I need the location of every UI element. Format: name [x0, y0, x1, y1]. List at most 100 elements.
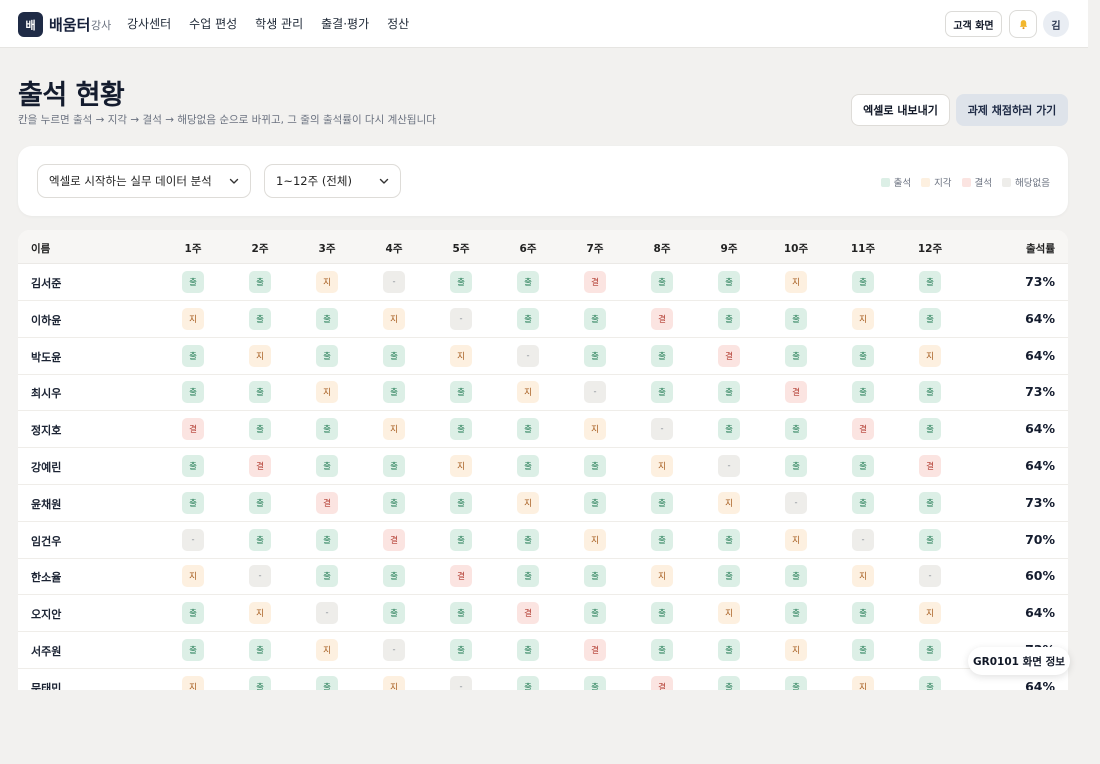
attendance-cell[interactable]: 출: [919, 491, 941, 514]
course-select[interactable]: 엑셀로 시작하는 실무 데이터 분석: [37, 164, 251, 198]
attendance-cell[interactable]: 출: [517, 639, 539, 661]
attendance-cell[interactable]: 출: [517, 271, 539, 293]
attendance-cell[interactable]: 출: [249, 307, 271, 330]
attendance-cell[interactable]: 출: [450, 271, 472, 293]
attendance-cell[interactable]: 지: [249, 602, 271, 625]
attendance-cell[interactable]: 출: [182, 455, 204, 477]
attendance-cell[interactable]: 지: [718, 602, 740, 625]
attendance-cell[interactable]: 출: [785, 602, 807, 625]
attendance-cell[interactable]: 출: [785, 307, 807, 330]
attendance-cell[interactable]: 출: [182, 381, 204, 404]
customer-view-button[interactable]: 고객 화면: [945, 11, 1002, 37]
attendance-cell[interactable]: 출: [316, 307, 338, 330]
attendance-cell[interactable]: 출: [316, 528, 338, 551]
attendance-cell[interactable]: 출: [852, 639, 874, 661]
attendance-cell[interactable]: 출: [517, 307, 539, 330]
attendance-cell[interactable]: 지: [517, 491, 539, 514]
nav-item-student-management[interactable]: 학생 관리: [255, 15, 303, 32]
attendance-cell[interactable]: 출: [584, 565, 606, 588]
attendance-cell[interactable]: 출: [852, 491, 874, 514]
attendance-cell[interactable]: 지: [852, 675, 874, 690]
nav-item-settlement[interactable]: 정산: [387, 15, 409, 32]
attendance-cell[interactable]: 출: [852, 602, 874, 625]
attendance-cell[interactable]: 출: [919, 271, 941, 293]
attendance-cell[interactable]: 지: [651, 455, 673, 477]
attendance-cell[interactable]: 지: [785, 271, 807, 293]
attendance-cell[interactable]: 출: [249, 491, 271, 514]
attendance-cell[interactable]: 출: [383, 344, 405, 367]
attendance-cell[interactable]: 결: [584, 271, 606, 293]
scrollbar-track[interactable]: [1088, 0, 1100, 764]
attendance-cell[interactable]: 출: [651, 381, 673, 404]
attendance-cell[interactable]: 출: [182, 602, 204, 625]
attendance-cell[interactable]: 출: [316, 418, 338, 441]
attendance-cell[interactable]: 결: [852, 418, 874, 441]
attendance-cell[interactable]: 출: [919, 639, 941, 661]
attendance-cell[interactable]: 지: [919, 344, 941, 367]
attendance-cell[interactable]: -: [450, 307, 472, 330]
screen-info-button[interactable]: GR0101 화면 정보: [968, 647, 1070, 675]
attendance-cell[interactable]: 출: [852, 344, 874, 367]
attendance-cell[interactable]: 출: [383, 602, 405, 625]
attendance-cell[interactable]: 출: [785, 455, 807, 477]
attendance-cell[interactable]: 출: [718, 307, 740, 330]
attendance-cell[interactable]: 출: [651, 639, 673, 661]
attendance-cell[interactable]: 지: [383, 675, 405, 690]
attendance-cell[interactable]: 출: [718, 381, 740, 404]
attendance-cell[interactable]: 지: [584, 418, 606, 441]
attendance-cell[interactable]: 출: [383, 381, 405, 404]
attendance-cell[interactable]: 지: [651, 565, 673, 588]
attendance-cell[interactable]: 결: [785, 381, 807, 404]
attendance-cell[interactable]: 출: [852, 271, 874, 293]
attendance-cell[interactable]: 출: [718, 271, 740, 293]
attendance-cell[interactable]: 출: [517, 455, 539, 477]
attendance-cell[interactable]: 결: [584, 639, 606, 661]
attendance-cell[interactable]: 출: [316, 455, 338, 477]
attendance-cell[interactable]: 출: [584, 491, 606, 514]
user-avatar[interactable]: 김: [1043, 11, 1069, 37]
attendance-cell[interactable]: 출: [651, 271, 673, 293]
attendance-cell[interactable]: 출: [718, 675, 740, 690]
attendance-cell[interactable]: 지: [316, 639, 338, 661]
attendance-cell[interactable]: 출: [919, 381, 941, 404]
logo-mark[interactable]: 배: [18, 12, 43, 37]
attendance-cell[interactable]: 출: [919, 418, 941, 441]
week-range-select[interactable]: 1~12주 (전체): [264, 164, 401, 198]
attendance-cell[interactable]: 출: [852, 381, 874, 404]
attendance-cell[interactable]: 지: [584, 528, 606, 551]
nav-item-instructor-center[interactable]: 강사센터: [127, 15, 171, 32]
attendance-cell[interactable]: 출: [182, 491, 204, 514]
attendance-cell[interactable]: 지: [383, 418, 405, 441]
attendance-cell[interactable]: 결: [651, 675, 673, 690]
attendance-cell[interactable]: 지: [517, 381, 539, 404]
attendance-cell[interactable]: 지: [852, 565, 874, 588]
nav-item-attendance-evaluation[interactable]: 출결·평가: [321, 15, 369, 32]
attendance-cell[interactable]: 출: [718, 565, 740, 588]
attendance-cell[interactable]: 출: [919, 528, 941, 551]
attendance-cell[interactable]: 지: [316, 271, 338, 293]
attendance-cell[interactable]: 지: [450, 344, 472, 367]
attendance-cell[interactable]: 출: [383, 455, 405, 477]
attendance-cell[interactable]: 출: [718, 528, 740, 551]
attendance-cell[interactable]: 출: [584, 344, 606, 367]
attendance-cell[interactable]: 출: [584, 675, 606, 690]
export-excel-button[interactable]: 엑셀로 내보내기: [851, 94, 950, 126]
attendance-cell[interactable]: 지: [182, 307, 204, 330]
attendance-cell[interactable]: 출: [517, 565, 539, 588]
attendance-cell[interactable]: -: [718, 455, 740, 477]
attendance-cell[interactable]: 출: [718, 639, 740, 661]
attendance-cell[interactable]: 출: [450, 639, 472, 661]
attendance-cell[interactable]: -: [383, 271, 405, 293]
attendance-cell[interactable]: 지: [316, 381, 338, 404]
attendance-cell[interactable]: -: [450, 675, 472, 690]
notification-button[interactable]: [1009, 10, 1037, 38]
attendance-cell[interactable]: 출: [182, 639, 204, 661]
attendance-cell[interactable]: -: [785, 491, 807, 514]
attendance-cell[interactable]: 출: [316, 344, 338, 367]
attendance-cell[interactable]: 결: [651, 307, 673, 330]
attendance-cell[interactable]: 출: [651, 528, 673, 551]
attendance-cell[interactable]: 결: [316, 491, 338, 514]
attendance-cell[interactable]: 출: [651, 491, 673, 514]
attendance-cell[interactable]: 지: [182, 565, 204, 588]
attendance-cell[interactable]: 출: [785, 418, 807, 441]
